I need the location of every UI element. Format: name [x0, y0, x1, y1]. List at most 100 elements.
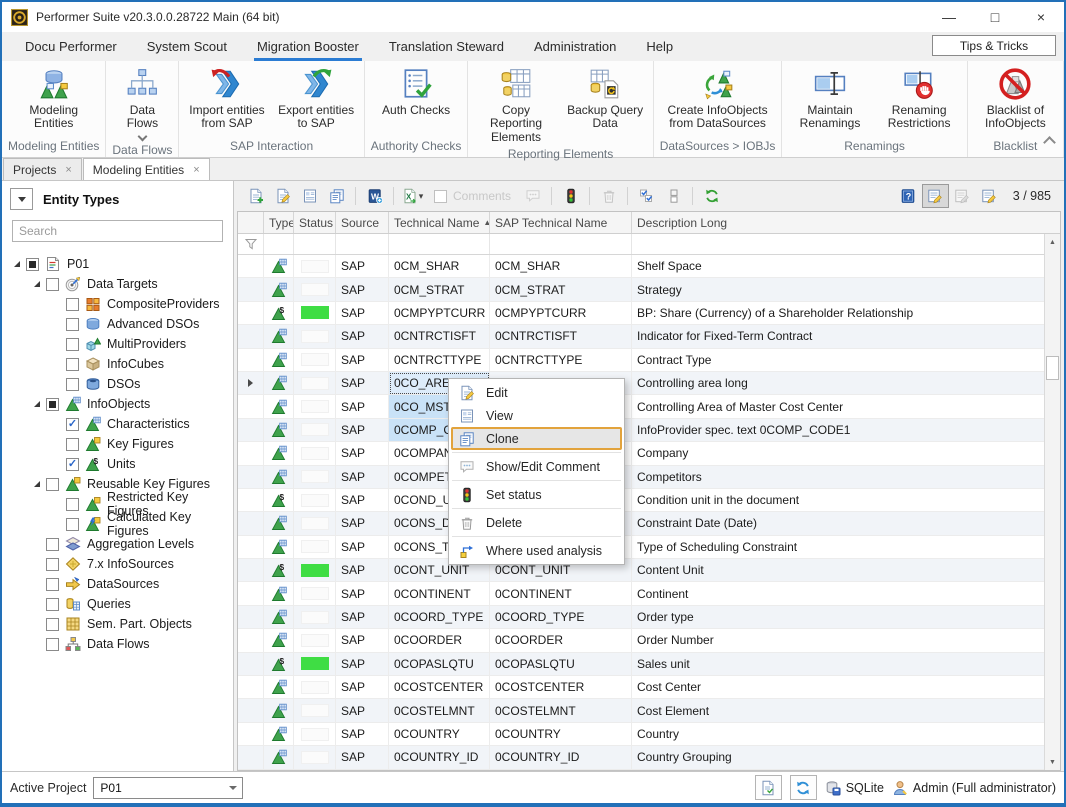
status-cell[interactable] — [294, 536, 336, 559]
checkbox-checked[interactable] — [66, 458, 79, 471]
filter-cell[interactable] — [336, 234, 389, 254]
technical-name-cell[interactable]: 0COPASLQTU — [389, 653, 490, 676]
tree-item-calculated-key-figures[interactable]: Calculated Key Figures — [8, 514, 233, 534]
description-cell[interactable]: Controlling Area of Master Cost Center — [632, 395, 1044, 418]
type-cell[interactable] — [264, 255, 294, 278]
filter-cell[interactable] — [294, 234, 336, 254]
tree-item-infocubes[interactable]: InfoCubes — [8, 354, 233, 374]
show-comment-button[interactable] — [519, 184, 546, 208]
menu-item-translation-steward[interactable]: Translation Steward — [374, 32, 519, 61]
checkbox-unchecked[interactable] — [46, 278, 59, 291]
sap-technical-name-cell[interactable]: 0CNTRCTTYPE — [490, 349, 632, 372]
menu-item-help[interactable]: Help — [631, 32, 688, 61]
technical-name-cell[interactable]: 0COORDER — [389, 629, 490, 652]
description-cell[interactable]: Condition unit in the document — [632, 489, 1044, 512]
status-cell[interactable] — [294, 746, 336, 769]
create-infoobjects-from-datasources-button[interactable]: Create InfoObjects from DataSources — [658, 64, 778, 131]
source-cell[interactable]: SAP — [336, 349, 389, 372]
source-cell[interactable]: SAP — [336, 606, 389, 629]
checkbox-unchecked[interactable] — [66, 518, 79, 531]
type-cell[interactable] — [264, 349, 294, 372]
maximize-button[interactable]: □ — [972, 2, 1018, 32]
source-cell[interactable]: SAP — [336, 442, 389, 465]
add-entity-button[interactable] — [242, 184, 269, 208]
type-cell[interactable] — [264, 699, 294, 722]
technical-name-cell[interactable]: 0COSTCENTER — [389, 676, 490, 699]
active-project-select[interactable]: P01 — [93, 777, 243, 799]
type-cell[interactable] — [264, 723, 294, 746]
status-cell[interactable] — [294, 559, 336, 582]
context-menu-item-view[interactable]: View — [451, 404, 622, 427]
table-row[interactable]: $SAP0CMPYPTCURR0CMPYPTCURRBP: Share (Cur… — [238, 302, 1044, 325]
column-header-technical-name[interactable]: Technical Name▲ — [389, 212, 490, 233]
minimize-button[interactable]: — — [926, 2, 972, 32]
checkbox-checked[interactable] — [66, 418, 79, 431]
tree-item-datasources[interactable]: DataSources — [8, 574, 233, 594]
sap-technical-name-cell[interactable]: 0COUNTRY — [490, 723, 632, 746]
source-cell[interactable]: SAP — [336, 676, 389, 699]
backup-query-data-button[interactable]: Backup Query Data — [562, 64, 649, 131]
sap-technical-name-cell[interactable]: 0CM_SHAR — [490, 255, 632, 278]
source-cell[interactable]: SAP — [336, 489, 389, 512]
source-cell[interactable]: SAP — [336, 559, 389, 582]
tree-item-sem-part-objects[interactable]: Sem. Part. Objects — [8, 614, 233, 634]
tree-item-compositeproviders[interactable]: CompositeProviders — [8, 294, 233, 314]
panel-menu-button[interactable] — [10, 188, 33, 210]
expander-icon[interactable] — [28, 401, 46, 407]
type-cell[interactable] — [264, 419, 294, 442]
context-menu-item-set-status[interactable]: Set status — [451, 483, 622, 506]
checkbox-unchecked[interactable] — [66, 438, 79, 451]
type-cell[interactable]: $ — [264, 653, 294, 676]
blacklist-of-infoobjects-button[interactable]: Blacklist of InfoObjects — [972, 64, 1059, 131]
tree-item-dsos[interactable]: DSOs — [8, 374, 233, 394]
view-mode-edit-button[interactable] — [922, 184, 949, 208]
type-cell[interactable]: $ — [264, 302, 294, 325]
type-cell[interactable] — [264, 325, 294, 348]
source-cell[interactable]: SAP — [336, 746, 389, 769]
source-cell[interactable]: SAP — [336, 302, 389, 325]
sap-technical-name-cell[interactable]: 0COORDER — [490, 629, 632, 652]
status-cell[interactable] — [294, 255, 336, 278]
checkbox-unchecked[interactable] — [46, 578, 59, 591]
type-cell[interactable]: $ — [264, 559, 294, 582]
context-menu-item-show-edit-comment[interactable]: Show/Edit Comment — [451, 455, 622, 478]
column-header-type[interactable]: Type — [264, 212, 294, 233]
checkbox-partial[interactable] — [26, 258, 39, 271]
close-button[interactable]: × — [1018, 2, 1064, 32]
status-cell[interactable] — [294, 699, 336, 722]
tab-modeling-entities[interactable]: Modeling Entities× — [83, 158, 210, 180]
description-cell[interactable]: Continent — [632, 582, 1044, 605]
log-button[interactable] — [755, 775, 782, 800]
checkbox-unchecked[interactable] — [46, 558, 59, 571]
table-row[interactable]: $SAP0COND_UNCondition unit in the docume… — [238, 489, 1044, 512]
auth-checks-button[interactable]: Auth Checks — [377, 64, 455, 117]
status-cell[interactable] — [294, 606, 336, 629]
column-header-sap-technical-name[interactable]: SAP Technical Name — [490, 212, 632, 233]
tree-item-key-figures[interactable]: Key Figures — [8, 434, 233, 454]
technical-name-cell[interactable]: 0CONTINENT — [389, 582, 490, 605]
description-cell[interactable]: Cost Element — [632, 699, 1044, 722]
status-cell[interactable] — [294, 653, 336, 676]
table-row[interactable]: SAP0CNTRCTTYPE0CNTRCTTYPEContract Type — [238, 349, 1044, 372]
description-cell[interactable]: Constraint Date (Date) — [632, 512, 1044, 535]
checkbox-unchecked[interactable] — [66, 338, 79, 351]
description-cell[interactable]: Country Grouping — [632, 746, 1044, 769]
technical-name-cell[interactable]: 0COUNTRY_ID — [389, 746, 490, 769]
export-entities-to-sap-button[interactable]: Export entities to SAP — [273, 64, 360, 131]
technical-name-cell[interactable]: 0COSTELMNT — [389, 699, 490, 722]
description-cell[interactable]: Content Unit — [632, 559, 1044, 582]
import-entities-from-sap-button[interactable]: Import entities from SAP — [183, 64, 270, 131]
column-header-description-long[interactable]: Description Long — [632, 212, 1044, 233]
table-row[interactable]: SAP0COORD_TYPE0COORD_TYPEOrder type — [238, 606, 1044, 629]
help-button[interactable]: ? — [895, 184, 922, 208]
description-cell[interactable]: Shelf Space — [632, 255, 1044, 278]
technical-name-cell[interactable]: 0CMPYPTCURR — [389, 302, 490, 325]
checkbox-unchecked[interactable] — [66, 298, 79, 311]
view-mode-quick-button[interactable] — [976, 184, 1003, 208]
status-cell[interactable] — [294, 676, 336, 699]
source-cell[interactable]: SAP — [336, 582, 389, 605]
sap-technical-name-cell[interactable]: 0COSTELMNT — [490, 699, 632, 722]
description-cell[interactable]: Order Number — [632, 629, 1044, 652]
table-row[interactable]: SAP0COUNTRY_ID0COUNTRY_IDCountry Groupin… — [238, 746, 1044, 769]
table-row[interactable]: SAP0COSTCENTER0COSTCENTERCost Center — [238, 676, 1044, 699]
